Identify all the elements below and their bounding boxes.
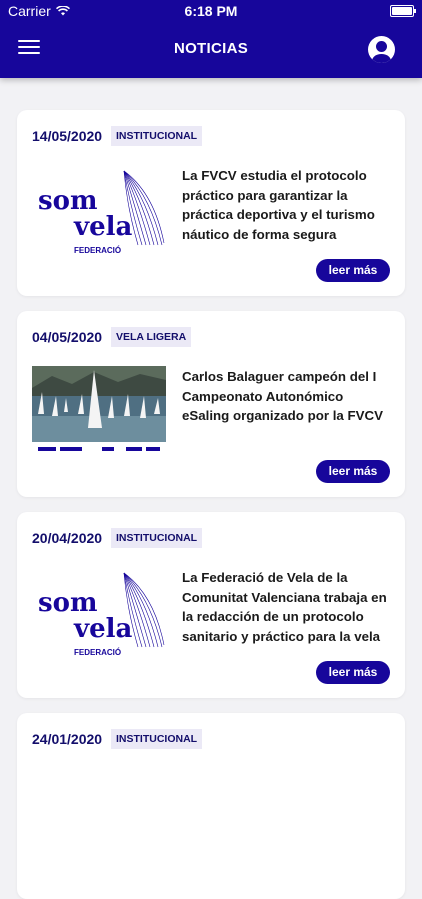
news-date: 20/04/2020 (32, 530, 103, 546)
somvela-logo: som vela FEDERACIÓ (38, 572, 165, 657)
news-title: La FVCV estudia el protocolo práctico pa… (182, 168, 375, 242)
profile-icon[interactable] (368, 36, 395, 63)
category-badge: VELA LIGERA (111, 327, 192, 347)
category-badge: INSTITUCIONAL (111, 729, 203, 749)
news-date: 24/01/2020 (32, 731, 103, 747)
read-more-button[interactable]: leer más (316, 259, 390, 282)
sailing-photo (32, 366, 166, 458)
somvela-logo: som vela FEDERACIÓ (38, 170, 165, 255)
news-card[interactable]: 20/04/2020 INSTITUCIONAL som vela FEDERA… (17, 512, 405, 698)
logo-text: vela (73, 614, 133, 644)
news-card[interactable]: 04/05/2020 VELA LIGERA Carlos Balaguer c… (17, 311, 405, 497)
news-date: 14/05/2020 (32, 128, 103, 144)
logo-caption: FEDERACIÓ (74, 246, 121, 255)
page-title: NOTICIAS (173, 40, 249, 57)
news-card[interactable]: 24/01/2020 INSTITUCIONAL (17, 713, 405, 899)
status-bar: Carrier 6:18 PM (0, 0, 422, 22)
logo-caption: FEDERACIÓ (74, 648, 121, 657)
category-badge: INSTITUCIONAL (111, 528, 203, 548)
category-badge: INSTITUCIONAL (111, 126, 203, 146)
app-header: Carrier 6:18 PM NOTICIAS (0, 0, 422, 78)
news-title: La Federació de Vela de la Comunitat Val… (182, 570, 387, 644)
read-more-button[interactable]: leer más (316, 460, 390, 483)
news-title: Carlos Balaguer campeón del I Campeonato… (182, 369, 383, 424)
news-card[interactable]: 14/05/2020 INSTITUCIONAL som vela FEDERA… (17, 110, 405, 296)
status-time: 6:18 PM (184, 3, 238, 19)
battery-icon (390, 5, 416, 17)
news-date: 04/05/2020 (32, 329, 103, 345)
logo-text: vela (73, 212, 133, 242)
read-more-button[interactable]: leer más (316, 661, 390, 684)
